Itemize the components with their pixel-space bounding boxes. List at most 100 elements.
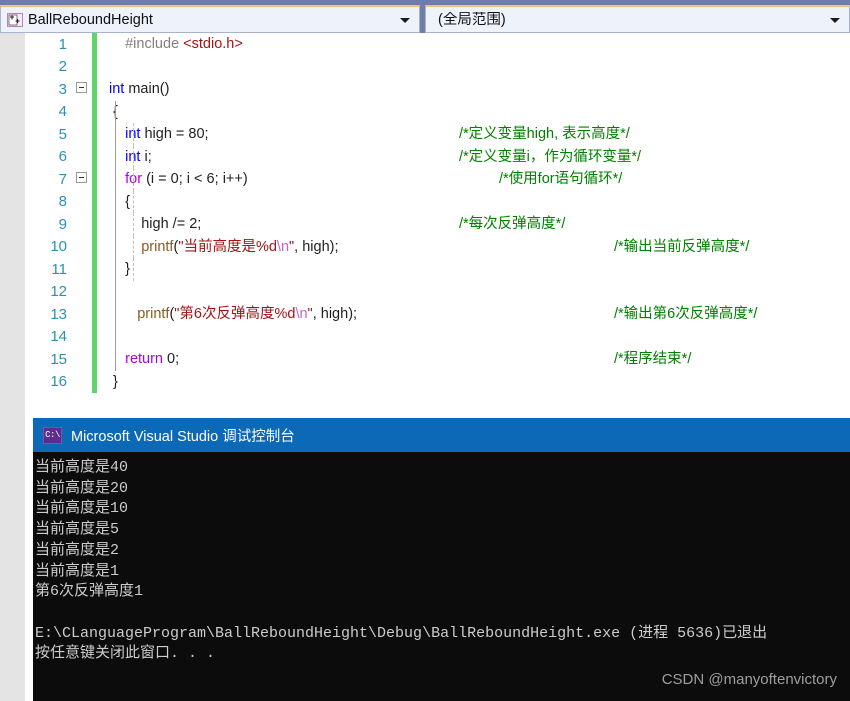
code-line-text[interactable]: int main() xyxy=(109,78,850,101)
glyph-margin[interactable] xyxy=(75,168,92,191)
code-line[interactable]: 6 int i; /*定义变量i，作为循环变量*/ xyxy=(25,145,850,169)
code-comment: /*每次反弹高度*/ xyxy=(459,216,566,232)
code-token: } xyxy=(109,373,118,390)
code-line[interactable]: 13 printf("第6次反弹高度%d\n", high);/*输出第6次反弹… xyxy=(25,303,850,326)
glyph-margin[interactable] xyxy=(75,123,92,146)
scope-selector-combobox[interactable]: (全局范围) xyxy=(425,5,850,33)
indent-guide xyxy=(115,190,116,213)
code-token: ); xyxy=(329,238,339,255)
code-line-text[interactable]: } xyxy=(109,258,850,281)
code-line-text[interactable]: for (i = 0; i < 6; i++)/*使用for语句循环*/ xyxy=(109,168,850,191)
glyph-margin[interactable] xyxy=(75,281,92,304)
code-token: <stdio.h> xyxy=(183,36,243,52)
glyph-margin[interactable] xyxy=(75,236,92,259)
collapse-region-icon[interactable] xyxy=(76,82,87,93)
code-token: 6 xyxy=(206,171,215,187)
code-line[interactable]: 8 { xyxy=(25,190,850,214)
indent-guide xyxy=(133,168,134,191)
code-line-text[interactable]: printf("当前高度是%d\n", high);/*输出当前反弹高度*/ xyxy=(109,235,850,258)
code-token: } xyxy=(109,261,130,277)
indent-guide xyxy=(115,235,116,258)
code-line[interactable]: 16 } xyxy=(25,370,850,394)
debug-console-window[interactable]: C:\ Microsoft Visual Studio 调试控制台 当前高度是4… xyxy=(33,418,850,701)
indent-guide xyxy=(115,145,116,168)
change-indicator-bar xyxy=(92,55,97,78)
code-token: #include xyxy=(109,36,184,52)
scope-selector-label: (全局范围) xyxy=(438,11,506,28)
code-line-text[interactable] xyxy=(109,56,850,79)
line-number: 1 xyxy=(58,35,67,53)
line-number: 5 xyxy=(58,125,67,143)
code-line[interactable]: 2 xyxy=(25,55,850,79)
code-token: \n xyxy=(295,306,308,322)
code-token: 0 xyxy=(170,171,179,187)
code-line[interactable]: 5 int high = 80; /*定义变量high, 表示高度*/ xyxy=(25,123,850,146)
code-comment: /*定义变量i，作为循环变量*/ xyxy=(459,148,642,165)
code-token: 80; xyxy=(188,126,209,142)
change-indicator-bar xyxy=(92,213,97,236)
code-line[interactable]: 10 printf("当前高度是%d\n", high);/*输出当前反弹高度*… xyxy=(25,235,850,259)
chevron-down-icon[interactable] xyxy=(830,17,840,23)
code-line-text[interactable]: printf("第6次反弹高度%d\n", high);/*输出第6次反弹高度*… xyxy=(109,303,850,326)
glyph-margin[interactable] xyxy=(75,56,92,79)
code-line-text[interactable]: high /= 2; /*每次反弹高度*/ xyxy=(109,213,850,236)
glyph-margin[interactable] xyxy=(75,213,92,236)
glyph-margin[interactable] xyxy=(75,33,92,56)
code-line[interactable]: 12 xyxy=(25,280,850,304)
code-line[interactable]: 1 #include <stdio.h> xyxy=(25,33,850,56)
code-line[interactable]: 4 { xyxy=(25,100,850,124)
editor-lower-left-margin xyxy=(0,398,25,701)
change-indicator-bar xyxy=(92,168,97,191)
code-line-text[interactable] xyxy=(109,325,850,348)
code-comment: /*输出第6次反弹高度*/ xyxy=(614,306,758,322)
glyph-margin[interactable] xyxy=(75,191,92,214)
glyph-margin[interactable] xyxy=(75,348,92,371)
glyph-margin[interactable] xyxy=(75,258,92,281)
glyph-margin[interactable] xyxy=(75,78,92,101)
change-indicator-bar xyxy=(92,235,97,258)
change-indicator-bar xyxy=(92,33,97,56)
code-line-text[interactable]: } xyxy=(109,371,850,394)
console-line: E:\CLanguageProgram\BallReboundHeight\De… xyxy=(35,624,768,642)
code-line-text[interactable]: { xyxy=(109,100,850,123)
code-line-text[interactable]: { xyxy=(109,190,850,213)
glyph-margin[interactable] xyxy=(75,303,92,326)
console-line: 当前高度是40 xyxy=(35,459,129,476)
code-line-text[interactable]: int i; /*定义变量i，作为循环变量*/ xyxy=(109,145,850,168)
editor-code-area[interactable]: 1 #include <stdio.h> 2 3 int main() 4 {5 int… xyxy=(25,33,850,398)
chevron-down-icon[interactable] xyxy=(400,17,410,23)
navigation-bar: BallReboundHeight (全局范围) xyxy=(0,5,850,33)
code-line[interactable]: 9 high /= 2; /*每次反弹高度*/ xyxy=(25,213,850,236)
code-token: int xyxy=(109,126,141,142)
line-number: 16 xyxy=(50,373,67,391)
glyph-margin[interactable] xyxy=(75,371,92,394)
glyph-margin[interactable] xyxy=(75,326,92,349)
code-line[interactable]: 3 int main() xyxy=(25,78,850,101)
code-token: "第6次反弹高度%d xyxy=(174,306,296,322)
glyph-margin[interactable] xyxy=(75,101,92,124)
code-line-text[interactable]: return 0; /*程序结束*/ xyxy=(109,348,850,371)
console-line: 按任意键关闭此窗口. . . xyxy=(35,645,216,663)
code-line-text[interactable] xyxy=(109,280,850,303)
code-line[interactable]: 15 return 0; /*程序结束*/ xyxy=(25,348,850,371)
indent-guide xyxy=(133,235,134,258)
collapse-region-icon[interactable] xyxy=(76,172,87,183)
code-editor[interactable]: 1 #include <stdio.h> 2 3 int main() 4 {5 int… xyxy=(0,33,850,398)
console-line: 当前高度是2 xyxy=(35,541,120,559)
code-line-text[interactable]: int high = 80; /*定义变量high, 表示高度*/ xyxy=(109,123,850,146)
code-token: for xyxy=(109,171,143,187)
indent-guide xyxy=(115,258,116,281)
file-selector-label: BallReboundHeight xyxy=(28,11,153,28)
file-selector-combobox[interactable]: BallReboundHeight xyxy=(0,5,420,33)
code-line[interactable]: 7 for (i = 0; i < 6; i++)/*使用for语句循环*/ xyxy=(25,168,850,191)
indent-guide xyxy=(115,303,116,326)
code-token: { xyxy=(109,103,118,120)
code-line[interactable]: 11 } xyxy=(25,258,850,281)
glyph-margin[interactable] xyxy=(75,146,92,169)
console-title-bar[interactable]: C:\ Microsoft Visual Studio 调试控制台 xyxy=(33,418,850,452)
code-line-text[interactable]: #include <stdio.h> xyxy=(109,33,850,56)
console-line: 当前高度是1 xyxy=(35,562,120,580)
code-line[interactable]: 14 xyxy=(25,325,850,349)
code-token: /= xyxy=(172,216,190,232)
code-token: 0 xyxy=(163,351,176,367)
